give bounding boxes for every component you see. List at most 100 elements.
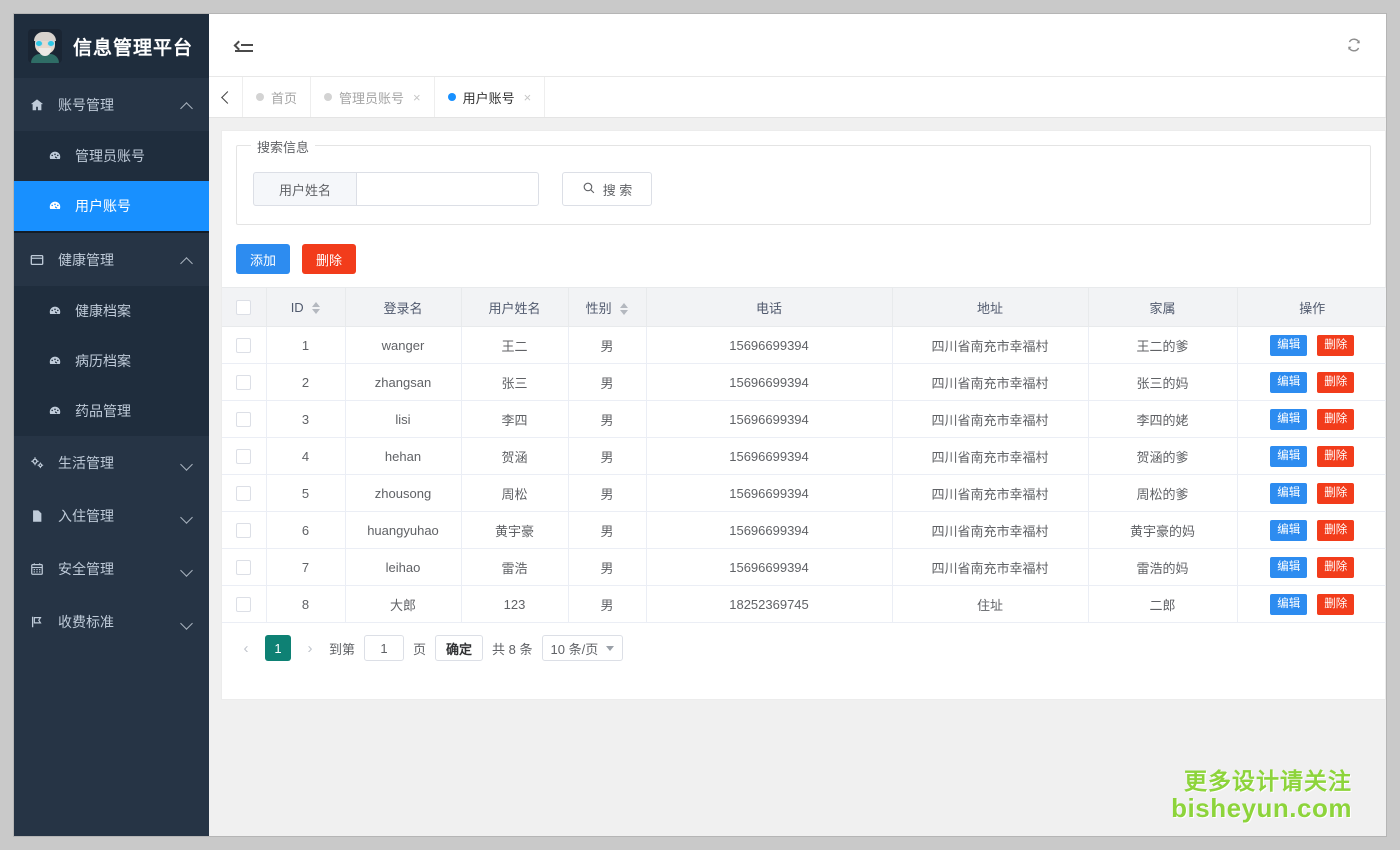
delete-row-button[interactable]: 删除 (1317, 557, 1354, 578)
goto-confirm-button[interactable]: 确定 (435, 635, 483, 661)
username-field-label: 用户姓名 (253, 172, 356, 206)
sidebar-group-health[interactable]: 健康管理 (14, 233, 209, 286)
cell-name: 雷浩 (461, 549, 568, 586)
cell-address: 四川省南充市幸福村 (892, 401, 1088, 438)
edit-row-button[interactable]: 编辑 (1270, 594, 1307, 615)
column-label: 电话 (756, 301, 782, 316)
edit-row-button[interactable]: 编辑 (1270, 372, 1307, 393)
refresh-icon[interactable] (1346, 37, 1362, 53)
search-button[interactable]: 搜 索 (562, 172, 652, 206)
delete-row-button[interactable]: 删除 (1317, 335, 1354, 356)
edit-row-button[interactable]: 编辑 (1270, 446, 1307, 467)
row-select-cell (222, 327, 266, 364)
page-size-value: 10 条/页 (551, 639, 599, 658)
delete-row-button[interactable]: 删除 (1317, 372, 1354, 393)
cell-kin: 张三的妈 (1088, 364, 1237, 401)
tab-bar-filler (545, 77, 1386, 117)
delete-row-button[interactable]: 删除 (1317, 409, 1354, 430)
search-button-label: 搜 索 (603, 180, 633, 199)
delete-row-button[interactable]: 删除 (1317, 446, 1354, 467)
dashboard-icon (48, 199, 66, 213)
cell-name: 王二 (461, 327, 568, 364)
row-checkbox[interactable] (236, 412, 251, 427)
edit-row-button[interactable]: 编辑 (1270, 520, 1307, 541)
cell-address: 四川省南充市幸福村 (892, 549, 1088, 586)
cell-kin: 王二的爹 (1088, 327, 1237, 364)
cell-sex: 男 (568, 327, 646, 364)
chevron-down-icon (181, 616, 193, 628)
page-number-1[interactable]: 1 (265, 635, 291, 661)
tab-close-icon[interactable]: × (413, 91, 421, 104)
row-checkbox[interactable] (236, 449, 251, 464)
tab-admin-account[interactable]: 管理员账号 × (311, 77, 435, 117)
cell-id: 1 (266, 327, 345, 364)
add-button[interactable]: 添加 (236, 244, 290, 274)
sidebar-group-label: 账号管理 (50, 95, 181, 115)
table-row: 8大郎123男18252369745住址二郎编辑删除 (222, 586, 1386, 623)
row-checkbox[interactable] (236, 523, 251, 538)
cell-operations: 编辑删除 (1237, 364, 1386, 401)
cell-phone: 15696699394 (646, 438, 892, 475)
search-row: 用户姓名 搜 索 (253, 146, 1354, 206)
edit-row-button[interactable]: 编辑 (1270, 557, 1307, 578)
sidebar-group-account[interactable]: 账号管理 (14, 78, 209, 131)
cell-phone: 15696699394 (646, 327, 892, 364)
cell-kin: 黄宇豪的妈 (1088, 512, 1237, 549)
cell-login: zhousong (345, 475, 461, 512)
username-search-input[interactable] (356, 172, 539, 206)
row-select-cell (222, 586, 266, 623)
tab-close-icon[interactable]: × (524, 91, 532, 104)
cell-sex: 男 (568, 512, 646, 549)
tab-status-dot (324, 93, 332, 101)
cell-sex: 男 (568, 549, 646, 586)
sidebar-group-life[interactable]: 生活管理 (14, 436, 209, 489)
page-size-select[interactable]: 10 条/页 (542, 635, 624, 661)
prev-page-button[interactable]: ‹ (236, 635, 256, 661)
delete-row-button[interactable]: 删除 (1317, 483, 1354, 504)
brand-logo[interactable]: 信息管理平台 (14, 14, 209, 78)
cell-sex: 男 (568, 401, 646, 438)
select-all-checkbox[interactable] (236, 300, 251, 315)
cell-name: 123 (461, 586, 568, 623)
tab-scroll-left-button[interactable] (209, 77, 243, 117)
tab-user-account[interactable]: 用户账号 × (435, 77, 546, 117)
edit-row-button[interactable]: 编辑 (1270, 335, 1307, 356)
main-area: 首页 管理员账号 × 用户账号 × 搜索信息 (209, 14, 1386, 836)
cell-operations: 编辑删除 (1237, 549, 1386, 586)
sort-icon[interactable] (312, 302, 320, 314)
delete-row-button[interactable]: 删除 (1317, 520, 1354, 541)
sidebar-item-label: 药品管理 (66, 401, 131, 421)
goto-page-input[interactable] (364, 635, 404, 661)
sidebar-group-fees[interactable]: 收费标准 (14, 595, 209, 648)
tab-home[interactable]: 首页 (243, 77, 311, 117)
row-checkbox[interactable] (236, 560, 251, 575)
delete-row-button[interactable]: 删除 (1317, 594, 1354, 615)
sidebar-item-medical-record[interactable]: 病历档案 (14, 336, 209, 386)
cell-kin: 贺涵的爹 (1088, 438, 1237, 475)
cell-kin: 周松的爹 (1088, 475, 1237, 512)
cell-sex: 男 (568, 438, 646, 475)
delete-button[interactable]: 删除 (302, 244, 356, 274)
sidebar-item-health-record[interactable]: 健康档案 (14, 286, 209, 336)
sidebar-item-medicine[interactable]: 药品管理 (14, 386, 209, 436)
sidebar-group-checkin[interactable]: 入住管理 (14, 489, 209, 542)
dashboard-icon (48, 149, 66, 163)
column-header-sex[interactable]: 性别 (568, 288, 646, 327)
row-checkbox[interactable] (236, 338, 251, 353)
menu-fold-icon[interactable] (235, 38, 253, 53)
sort-icon[interactable] (620, 303, 628, 315)
cell-kin: 雷浩的妈 (1088, 549, 1237, 586)
sidebar-item-admin-account[interactable]: 管理员账号 (14, 131, 209, 181)
cell-address: 四川省南充市幸福村 (892, 327, 1088, 364)
column-header-id[interactable]: ID (266, 288, 345, 327)
row-checkbox[interactable] (236, 486, 251, 501)
row-checkbox[interactable] (236, 375, 251, 390)
row-checkbox[interactable] (236, 597, 251, 612)
sidebar-group-security[interactable]: 安全管理 (14, 542, 209, 595)
sidebar: 信息管理平台 账号管理 管理员账号 (14, 14, 209, 836)
sidebar-item-user-account[interactable]: 用户账号 (14, 181, 209, 231)
next-page-button[interactable]: › (300, 635, 320, 661)
edit-row-button[interactable]: 编辑 (1270, 483, 1307, 504)
edit-row-button[interactable]: 编辑 (1270, 409, 1307, 430)
chevron-down-icon (181, 563, 193, 575)
